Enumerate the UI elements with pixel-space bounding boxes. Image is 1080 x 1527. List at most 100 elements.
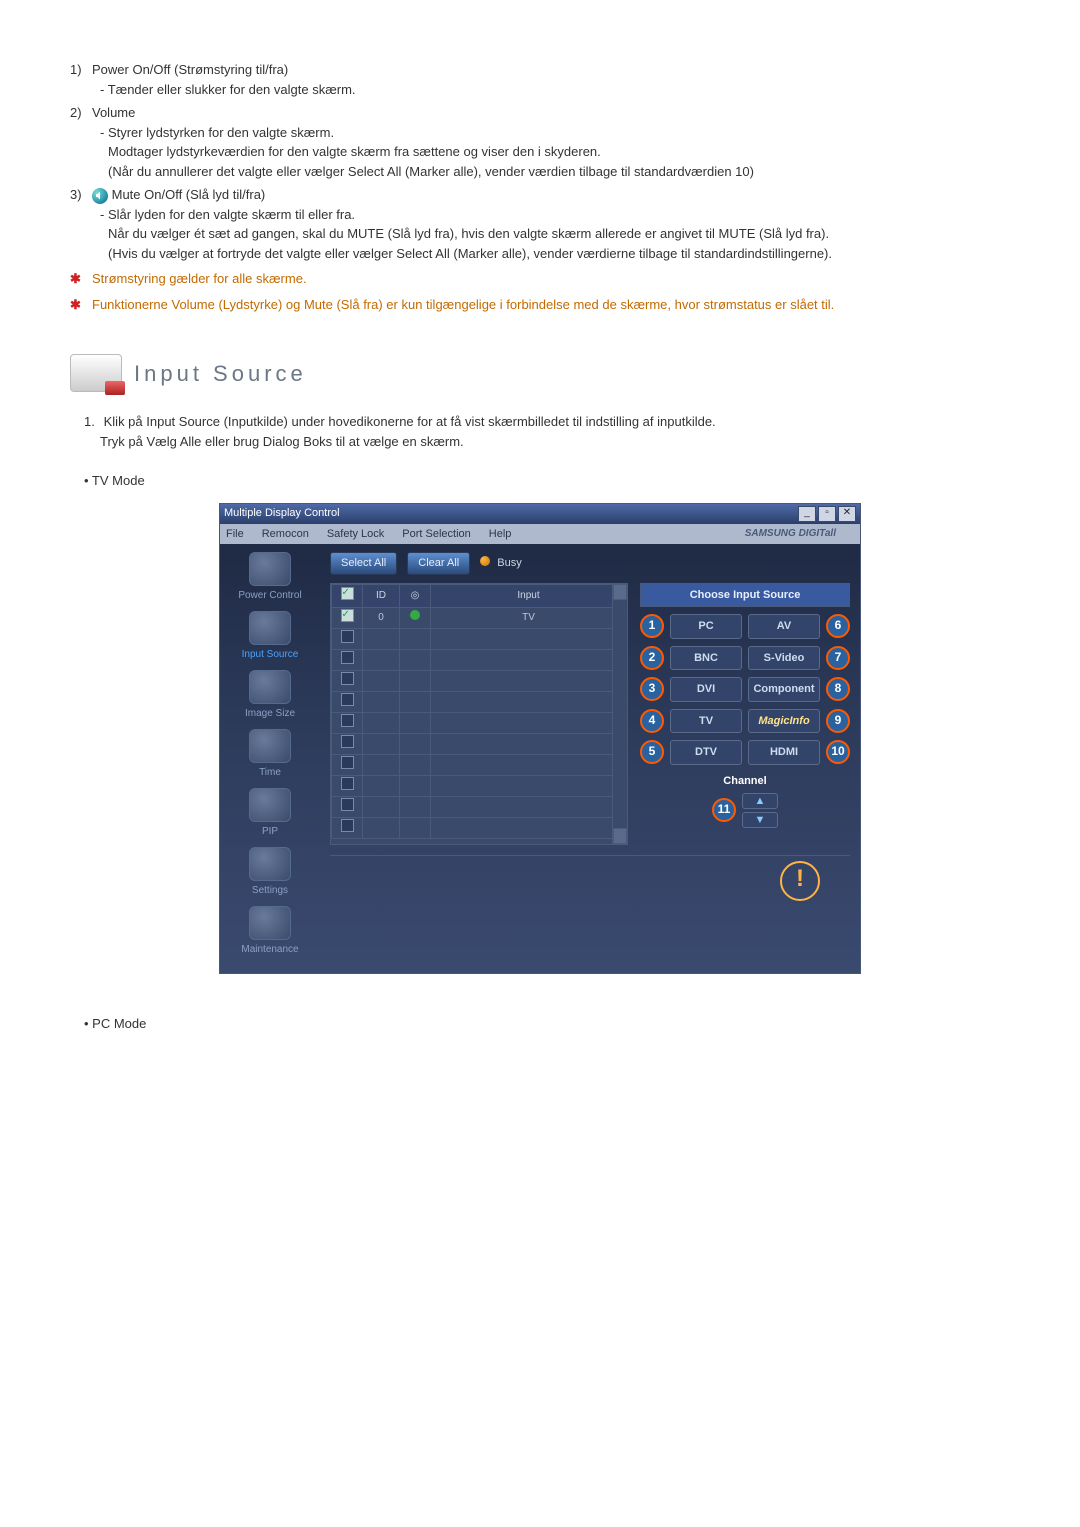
table-row[interactable] <box>332 796 627 817</box>
source-component-button[interactable]: Component <box>748 677 820 702</box>
menu-file[interactable]: File <box>226 526 244 543</box>
source-magicinfo-button[interactable]: MagicInfo <box>748 709 820 734</box>
sidebar-item-label: Maintenance <box>224 942 316 957</box>
power-control-icon <box>249 552 291 586</box>
source-dvi-button[interactable]: DVI <box>670 677 742 702</box>
list-line: Modtager lydstyrkeværdien for den valgte… <box>92 142 1010 162</box>
list-title: Volume <box>92 103 1010 123</box>
list-item-3: 3) Mute On/Off (Slå lyd til/fra) - Slår … <box>70 185 1010 263</box>
callout-10: 10 <box>826 740 850 764</box>
section-header: Input Source <box>70 354 1010 392</box>
table-scrollbar[interactable] <box>612 584 627 844</box>
list-line: - Tænder eller slukker for den valgte sk… <box>92 80 1010 100</box>
callout-1: 1 <box>640 614 664 638</box>
star-icon: ✱ <box>70 295 92 315</box>
brand-label: SAMSUNG DIGITall <box>745 526 836 543</box>
app-titlebar: Multiple Display Control _ ▫ ✕ <box>220 504 860 524</box>
busy-icon <box>480 556 490 566</box>
scroll-down-button[interactable] <box>613 828 627 844</box>
table-row[interactable] <box>332 670 627 691</box>
input-source-section-icon <box>70 354 122 392</box>
callout-3: 3 <box>640 677 664 701</box>
instr-line: Tryk på Vælg Alle eller brug Dialog Boks… <box>84 432 1010 452</box>
instruction-block: 1. Klik på Input Source (Inputkilde) und… <box>84 412 1010 451</box>
channel-up-button[interactable]: ▲ <box>742 793 778 809</box>
list-line: (Når du annullerer det valgte eller vælg… <box>92 162 1010 182</box>
select-all-button[interactable]: Select All <box>330 552 397 575</box>
header-checkbox[interactable] <box>341 587 354 600</box>
row-checkbox[interactable] <box>341 651 354 664</box>
maintenance-icon <box>249 906 291 940</box>
table-row[interactable] <box>332 691 627 712</box>
sidebar-item-label: Time <box>224 765 316 780</box>
menu-safety-lock[interactable]: Safety Lock <box>327 526 384 543</box>
sidebar-item-pip[interactable]: PIP <box>224 788 316 839</box>
minimize-button[interactable]: _ <box>798 506 816 522</box>
row-checkbox[interactable] <box>341 777 354 790</box>
app-footer: ! <box>330 855 850 906</box>
list-number: 3) <box>70 185 92 263</box>
table-row[interactable]: 0 TV <box>332 607 627 628</box>
sidebar-item-time[interactable]: Time <box>224 729 316 780</box>
list-line: - Styrer lydstyrken for den valgte skærm… <box>92 123 1010 143</box>
row-checkbox[interactable] <box>341 630 354 643</box>
row-checkbox[interactable] <box>341 735 354 748</box>
list-item-2: 2) Volume - Styrer lydstyrken for den va… <box>70 103 1010 181</box>
row-checkbox[interactable] <box>341 672 354 685</box>
table-row[interactable] <box>332 712 627 733</box>
star-icon: ✱ <box>70 269 92 289</box>
table-row[interactable] <box>332 775 627 796</box>
table-row[interactable] <box>332 733 627 754</box>
menu-remocon[interactable]: Remocon <box>262 526 309 543</box>
sidebar-item-maintenance[interactable]: Maintenance <box>224 906 316 957</box>
menu-port-selection[interactable]: Port Selection <box>402 526 470 543</box>
section-title: Input Source <box>134 357 307 390</box>
cell-id: 0 <box>363 607 400 628</box>
channel-label: Channel <box>640 773 850 790</box>
table-row[interactable] <box>332 817 627 838</box>
callout-2: 2 <box>640 646 664 670</box>
row-checkbox[interactable] <box>341 819 354 832</box>
app-window: Multiple Display Control _ ▫ ✕ File Remo… <box>219 503 861 975</box>
app-sidebar: Power Control Input Source Image Size Ti… <box>220 544 320 973</box>
menu-help[interactable]: Help <box>489 526 512 543</box>
sidebar-item-power-control[interactable]: Power Control <box>224 552 316 603</box>
row-checkbox[interactable] <box>341 609 354 622</box>
sidebar-item-label: PIP <box>224 824 316 839</box>
busy-indicator: Busy <box>480 555 522 572</box>
scroll-up-button[interactable] <box>613 584 627 600</box>
list-number: 1) <box>70 60 92 99</box>
row-checkbox[interactable] <box>341 714 354 727</box>
col-input: Input <box>431 584 627 607</box>
list-line: Når du vælger ét sæt ad gangen, skal du … <box>92 224 1010 244</box>
close-button[interactable]: ✕ <box>838 506 856 522</box>
maximize-button[interactable]: ▫ <box>818 506 836 522</box>
channel-down-button[interactable]: ▼ <box>742 812 778 828</box>
settings-icon <box>249 847 291 881</box>
note-star-2: ✱ Funktionerne Volume (Lydstyrke) og Mut… <box>70 295 1010 315</box>
table-row[interactable] <box>332 649 627 670</box>
note-text: Funktionerne Volume (Lydstyrke) og Mute … <box>92 295 834 315</box>
source-bnc-button[interactable]: BNC <box>670 646 742 671</box>
table-row[interactable] <box>332 628 627 649</box>
table-row[interactable] <box>332 754 627 775</box>
callout-7: 7 <box>826 646 850 670</box>
sidebar-item-settings[interactable]: Settings <box>224 847 316 898</box>
time-icon <box>249 729 291 763</box>
clear-all-button[interactable]: Clear All <box>407 552 470 575</box>
source-pc-button[interactable]: PC <box>670 614 742 639</box>
source-svideo-button[interactable]: S-Video <box>748 646 820 671</box>
source-hdmi-button[interactable]: HDMI <box>748 740 820 765</box>
list-title: Power On/Off (Strømstyring til/fra) <box>92 60 1010 80</box>
row-checkbox[interactable] <box>341 756 354 769</box>
source-tv-button[interactable]: TV <box>670 709 742 734</box>
row-checkbox[interactable] <box>341 798 354 811</box>
sidebar-item-input-source[interactable]: Input Source <box>224 611 316 662</box>
source-av-button[interactable]: AV <box>748 614 820 639</box>
source-dtv-button[interactable]: DTV <box>670 740 742 765</box>
mute-icon <box>92 188 108 204</box>
callout-6: 6 <box>826 614 850 638</box>
sidebar-item-image-size[interactable]: Image Size <box>224 670 316 721</box>
row-checkbox[interactable] <box>341 693 354 706</box>
col-status-icon: ◎ <box>400 584 431 607</box>
